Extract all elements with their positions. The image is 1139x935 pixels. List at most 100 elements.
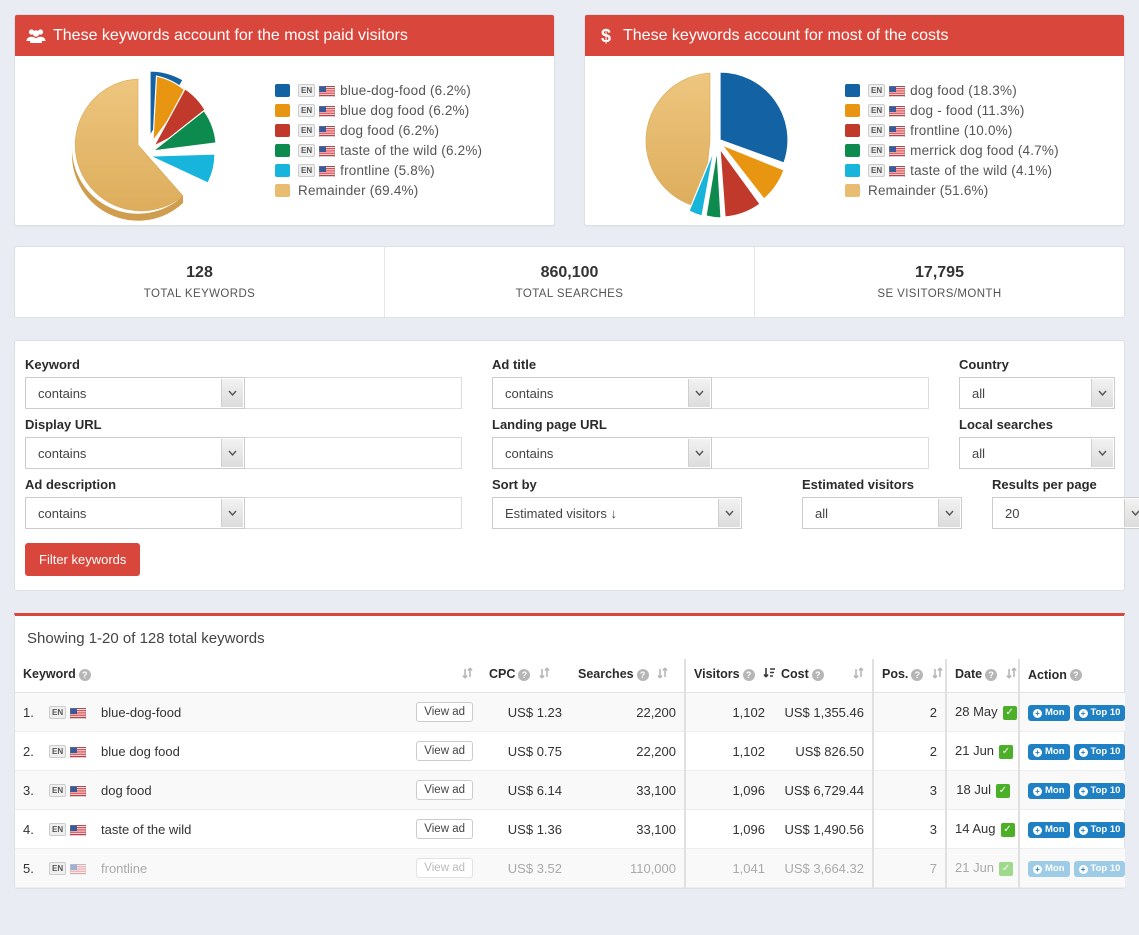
column-header-keyword[interactable]: Keyword?	[15, 659, 481, 693]
sort-icon[interactable]	[462, 667, 473, 682]
column-header-cost[interactable]: Cost?	[773, 659, 873, 693]
check-icon: ✓	[1003, 706, 1017, 720]
help-icon[interactable]: ?	[743, 669, 755, 681]
legend-label: Remainder (51.6%)	[868, 183, 988, 198]
sort-by-select[interactable]: Estimated visitors ↓	[492, 497, 742, 529]
sort-icon[interactable]	[932, 667, 943, 682]
sort-icon[interactable]	[1006, 667, 1017, 682]
lang-badge: EN	[298, 144, 315, 157]
help-icon[interactable]: ?	[637, 669, 649, 681]
help-icon[interactable]: ?	[1070, 669, 1082, 681]
sort-icon[interactable]	[853, 667, 864, 682]
landing-page-url-text-input[interactable]	[712, 437, 929, 469]
ad-title-operator-select[interactable]: contains	[492, 377, 712, 409]
plus-icon: +	[1079, 748, 1088, 757]
help-icon[interactable]: ?	[79, 669, 91, 681]
chevron-down-icon[interactable]	[688, 439, 710, 467]
legend-label: taste of the wild (6.2%)	[340, 143, 482, 158]
estimated-visitors-select[interactable]: all	[802, 497, 962, 529]
display-url-operator-select[interactable]: contains	[25, 437, 245, 469]
help-icon[interactable]: ?	[985, 669, 997, 681]
legend-swatch	[845, 164, 860, 177]
cell-action: +Mon+Top 10	[1019, 810, 1125, 849]
cell-date: 14 Aug✓	[946, 810, 1019, 849]
monitor-pill-button[interactable]: +Mon	[1028, 744, 1070, 760]
results-per-page-select[interactable]: 20	[992, 497, 1139, 529]
cell-visitors: 1,096	[685, 771, 773, 810]
chevron-down-icon[interactable]	[688, 379, 710, 407]
lang-badge: EN	[298, 104, 315, 117]
ad-description-text-input[interactable]	[245, 497, 462, 529]
filter-row-1: Keyword contains Ad title contains	[25, 357, 1114, 409]
view-ad-button[interactable]: View ad	[416, 741, 473, 761]
filter-country-group: Country all	[959, 357, 1115, 409]
row-locale: EN	[49, 745, 101, 758]
top10-pill-button[interactable]: +Top 10	[1074, 822, 1126, 838]
landing-page-url-operator-select[interactable]: contains	[492, 437, 712, 469]
monitor-pill-button[interactable]: +Mon	[1028, 822, 1070, 838]
chevron-down-icon[interactable]	[221, 439, 243, 467]
monitor-pill-button[interactable]: +Mon	[1028, 861, 1070, 877]
cell-cpc: US$ 1.36	[481, 810, 570, 849]
monitor-pill-button[interactable]: +Mon	[1028, 783, 1070, 799]
dollar-icon: $	[595, 26, 617, 46]
lang-badge: EN	[868, 144, 885, 157]
top10-pill-button[interactable]: +Top 10	[1074, 705, 1126, 721]
display-url-text-input[interactable]	[245, 437, 462, 469]
lang-badge: EN	[49, 823, 66, 836]
cell-searches: 22,200	[570, 732, 685, 771]
cell-cost: US$ 6,729.44	[773, 771, 873, 810]
sort-icon[interactable]	[539, 667, 550, 682]
lang-badge: EN	[49, 745, 66, 758]
table-row: 2. EN blue dog food View ad US$ 0.75 22,…	[15, 732, 1125, 771]
keyword-text: blue dog food	[101, 744, 416, 759]
legend-label: blue dog food (6.2%)	[340, 103, 469, 118]
column-header-date[interactable]: Date?	[946, 659, 1019, 693]
chevron-down-icon[interactable]	[221, 379, 243, 407]
view-ad-button[interactable]: View ad	[416, 858, 473, 878]
filter-keywords-button[interactable]: Filter keywords	[25, 543, 140, 576]
column-header-pos[interactable]: Pos.?	[873, 659, 946, 693]
chevron-down-icon[interactable]	[1091, 379, 1113, 407]
legend-item: EN taste of the wild (4.1%)	[845, 161, 1116, 181]
column-header-cpc[interactable]: CPC?	[481, 659, 570, 693]
summary-panels: These keywords account for the most paid…	[14, 14, 1125, 226]
column-header-searches[interactable]: Searches?	[570, 659, 685, 693]
cell-cost: US$ 1,490.56	[773, 810, 873, 849]
filter-ad-title-label: Ad title	[492, 357, 929, 372]
table-header-row: Keyword? CPC? Searches? Visitors?	[15, 659, 1125, 693]
top10-pill-button[interactable]: +Top 10	[1074, 861, 1126, 877]
help-icon[interactable]: ?	[812, 669, 824, 681]
ad-title-text-input[interactable]	[712, 377, 929, 409]
sort-icon-active[interactable]	[763, 667, 776, 682]
view-ad-button[interactable]: View ad	[416, 702, 473, 722]
us-flag-icon	[319, 165, 335, 176]
filter-sort-by-label: Sort by	[492, 477, 742, 492]
sort-icon[interactable]	[657, 667, 668, 682]
help-icon[interactable]: ?	[518, 669, 530, 681]
column-header-action: Action?	[1019, 659, 1125, 693]
pill-label: Mon	[1045, 864, 1065, 874]
help-icon[interactable]: ?	[911, 669, 923, 681]
table-row: 1. EN blue-dog-food View ad US$ 1.23 22,…	[15, 693, 1125, 732]
view-ad-button[interactable]: View ad	[416, 819, 473, 839]
ad-description-operator-select[interactable]: contains	[25, 497, 245, 529]
keyword-text-input[interactable]	[245, 377, 462, 409]
chevron-down-icon[interactable]	[221, 499, 243, 527]
chevron-down-icon[interactable]	[718, 499, 740, 527]
row-locale: EN	[49, 784, 101, 797]
row-locale: EN	[49, 823, 101, 836]
country-select[interactable]: all	[959, 377, 1115, 409]
top10-pill-button[interactable]: +Top 10	[1074, 744, 1126, 760]
local-searches-select[interactable]: all	[959, 437, 1115, 469]
chevron-down-icon[interactable]	[1091, 439, 1113, 467]
chevron-down-icon[interactable]	[938, 499, 960, 527]
monitor-pill-button[interactable]: +Mon	[1028, 705, 1070, 721]
legend-label: frontline (5.8%)	[340, 163, 435, 178]
keyword-operator-select[interactable]: contains	[25, 377, 245, 409]
legend-swatch	[275, 124, 290, 137]
column-header-visitors[interactable]: Visitors?	[685, 659, 773, 693]
view-ad-button[interactable]: View ad	[416, 780, 473, 800]
chevron-down-icon[interactable]	[1124, 499, 1139, 527]
top10-pill-button[interactable]: +Top 10	[1074, 783, 1126, 799]
